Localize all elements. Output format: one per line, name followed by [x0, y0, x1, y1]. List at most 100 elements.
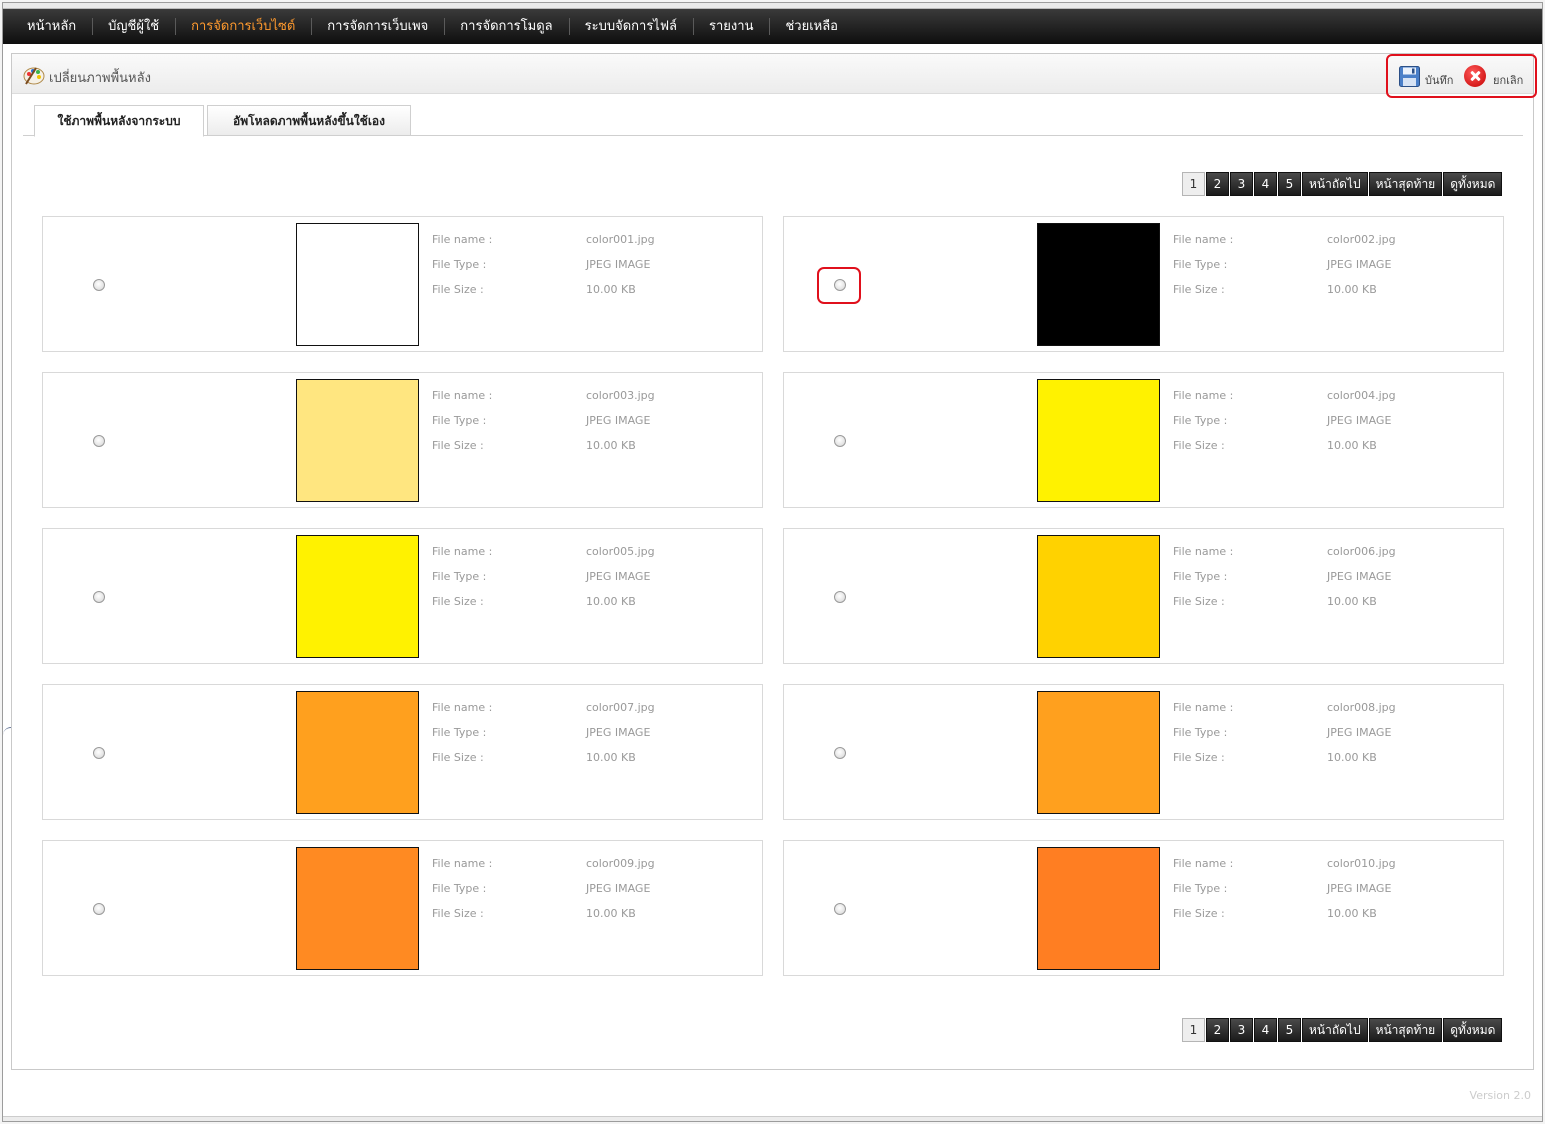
background-select-radio[interactable]: [834, 591, 846, 603]
color-swatch-thumbnail: [296, 847, 419, 970]
background-select-radio[interactable]: [93, 435, 105, 447]
file-type-value: JPEG IMAGE: [586, 258, 651, 271]
file-size-value: 10.00 KB: [586, 595, 636, 608]
nav-item-webpage-management[interactable]: การจัดการเว็บเพจ: [311, 9, 444, 44]
background-select-radio[interactable]: [834, 747, 846, 759]
file-type-value: JPEG IMAGE: [586, 882, 651, 895]
file-type-value: JPEG IMAGE: [586, 726, 651, 739]
nav-item-website-management[interactable]: การจัดการเว็บไซต์: [175, 9, 311, 44]
page-button-1[interactable]: 1: [1182, 1018, 1205, 1042]
version-label: Version 2.0: [1469, 1089, 1531, 1102]
file-name-value: color008.jpg: [1327, 701, 1396, 714]
background-item-card: File name : color006.jpg File Type : JPEG I…: [783, 528, 1504, 664]
file-type-label: File Type :: [1173, 570, 1228, 583]
last-page-button[interactable]: หน้าสุดท้าย: [1368, 1018, 1443, 1042]
page-button-5[interactable]: 5: [1278, 1018, 1301, 1042]
nav-item-file-system[interactable]: ระบบจัดการไฟล์: [568, 9, 693, 44]
file-size-value: 10.00 KB: [1327, 283, 1377, 296]
window-bottom-strip: [3, 1116, 1542, 1121]
cancel-button[interactable]: ยกเลิก: [1493, 71, 1523, 89]
background-item-card: File name : color009.jpg File Type : JPEG I…: [42, 840, 763, 976]
nav-item-reports[interactable]: รายงาน: [693, 9, 769, 44]
background-item-card: File name : color010.jpg File Type : JPEG I…: [783, 840, 1504, 976]
main-panel: เปลี่ยนภาพพื้นหลัง บันทึก ยกเลิก ใช้ภาพพ…: [11, 53, 1537, 1070]
background-item-card: File name : color004.jpg File Type : JPEG I…: [783, 372, 1504, 508]
page-button-4[interactable]: 4: [1254, 172, 1277, 196]
cancel-icon[interactable]: [1464, 65, 1486, 87]
panel-title: เปลี่ยนภาพพื้นหลัง: [49, 71, 151, 86]
file-size-label: File Size :: [1173, 283, 1225, 296]
file-name-value: color001.jpg: [586, 233, 655, 246]
action-buttons: บันทึก ยกเลิก: [1386, 54, 1537, 98]
color-swatch-thumbnail: [296, 535, 419, 658]
background-select-radio[interactable]: [93, 279, 105, 291]
app-window: หน้าหลัก บัญชีผู้ใช้ การจัดการเว็บไซต์ ก…: [2, 2, 1543, 1122]
color-swatch-thumbnail: [296, 223, 419, 346]
floppy-disk-icon[interactable]: [1399, 66, 1420, 87]
background-item-card: File name : color008.jpg File Type : JPEG I…: [783, 684, 1504, 820]
page-button-3[interactable]: 3: [1230, 172, 1253, 196]
file-size-value: 10.00 KB: [586, 439, 636, 452]
file-name-value: color007.jpg: [586, 701, 655, 714]
file-size-label: File Size :: [432, 907, 484, 920]
background-select-radio[interactable]: [834, 903, 846, 915]
background-grid: File name : color001.jpg File Type : JPEG I…: [42, 216, 1504, 977]
file-name-label: File name :: [1173, 233, 1234, 246]
file-name-label: File name :: [1173, 545, 1234, 558]
view-all-button[interactable]: ดูทั้งหมด: [1443, 1018, 1503, 1042]
background-select-radio[interactable]: [93, 591, 105, 603]
page-button-5[interactable]: 5: [1278, 172, 1301, 196]
file-type-label: File Type :: [432, 882, 487, 895]
file-size-value: 10.00 KB: [586, 751, 636, 764]
file-size-label: File Size :: [1173, 751, 1225, 764]
file-size-label: File Size :: [1173, 907, 1225, 920]
file-size-value: 10.00 KB: [1327, 751, 1377, 764]
file-type-label: File Type :: [432, 726, 487, 739]
file-size-value: 10.00 KB: [1327, 907, 1377, 920]
save-button[interactable]: บันทึก: [1425, 71, 1453, 89]
tab-system-backgrounds[interactable]: ใช้ภาพพื้นหลังจากระบบ: [34, 105, 204, 137]
color-swatch-thumbnail: [1037, 379, 1160, 502]
page-button-2[interactable]: 2: [1206, 172, 1229, 196]
background-item-card: File name : color003.jpg File Type : JPEG I…: [42, 372, 763, 508]
next-page-button[interactable]: หน้าถัดไป: [1302, 172, 1368, 196]
next-page-button[interactable]: หน้าถัดไป: [1302, 1018, 1368, 1042]
tab-upload-background[interactable]: อัพโหลดภาพพื้นหลังขึ้นใช้เอง: [207, 105, 411, 136]
background-select-radio[interactable]: [834, 435, 846, 447]
color-swatch-thumbnail: [1037, 535, 1160, 658]
file-size-value: 10.00 KB: [1327, 595, 1377, 608]
file-type-value: JPEG IMAGE: [1327, 570, 1392, 583]
file-type-label: File Type :: [432, 258, 487, 271]
file-type-value: JPEG IMAGE: [1327, 258, 1392, 271]
file-name-label: File name :: [1173, 701, 1234, 714]
color-swatch-thumbnail: [1037, 847, 1160, 970]
top-navigation: หน้าหลัก บัญชีผู้ใช้ การจัดการเว็บไซต์ ก…: [3, 9, 1542, 44]
last-page-button[interactable]: หน้าสุดท้าย: [1368, 172, 1443, 196]
page-button-3[interactable]: 3: [1230, 1018, 1253, 1042]
file-type-value: JPEG IMAGE: [586, 414, 651, 427]
file-size-value: 10.00 KB: [1327, 439, 1377, 452]
background-select-radio[interactable]: [93, 903, 105, 915]
page-button-2[interactable]: 2: [1206, 1018, 1229, 1042]
nav-item-accounts[interactable]: บัญชีผู้ใช้: [92, 9, 175, 44]
file-size-label: File Size :: [432, 595, 484, 608]
file-size-label: File Size :: [432, 439, 484, 452]
page-button-1[interactable]: 1: [1182, 172, 1205, 196]
background-select-radio[interactable]: [93, 747, 105, 759]
file-size-value: 10.00 KB: [586, 907, 636, 920]
file-name-value: color009.jpg: [586, 857, 655, 870]
file-name-label: File name :: [432, 545, 493, 558]
file-size-label: File Size :: [1173, 595, 1225, 608]
file-name-label: File name :: [432, 233, 493, 246]
nav-item-help[interactable]: ช่วยเหลือ: [769, 9, 854, 44]
file-type-label: File Type :: [432, 570, 487, 583]
page-button-4[interactable]: 4: [1254, 1018, 1277, 1042]
view-all-button[interactable]: ดูทั้งหมด: [1443, 172, 1503, 196]
file-size-label: File Size :: [432, 751, 484, 764]
color-swatch-thumbnail: [1037, 223, 1160, 346]
pagination-bottom: 1 2 3 4 5 หน้าถัดไป หน้าสุดท้าย ดูทั้งหม…: [1182, 1018, 1503, 1042]
background-item-card: File name : color002.jpg File Type : JPEG I…: [783, 216, 1504, 352]
nav-item-module-management[interactable]: การจัดการโมดูล: [444, 9, 568, 44]
nav-item-home[interactable]: หน้าหลัก: [11, 9, 92, 44]
file-name-value: color006.jpg: [1327, 545, 1396, 558]
